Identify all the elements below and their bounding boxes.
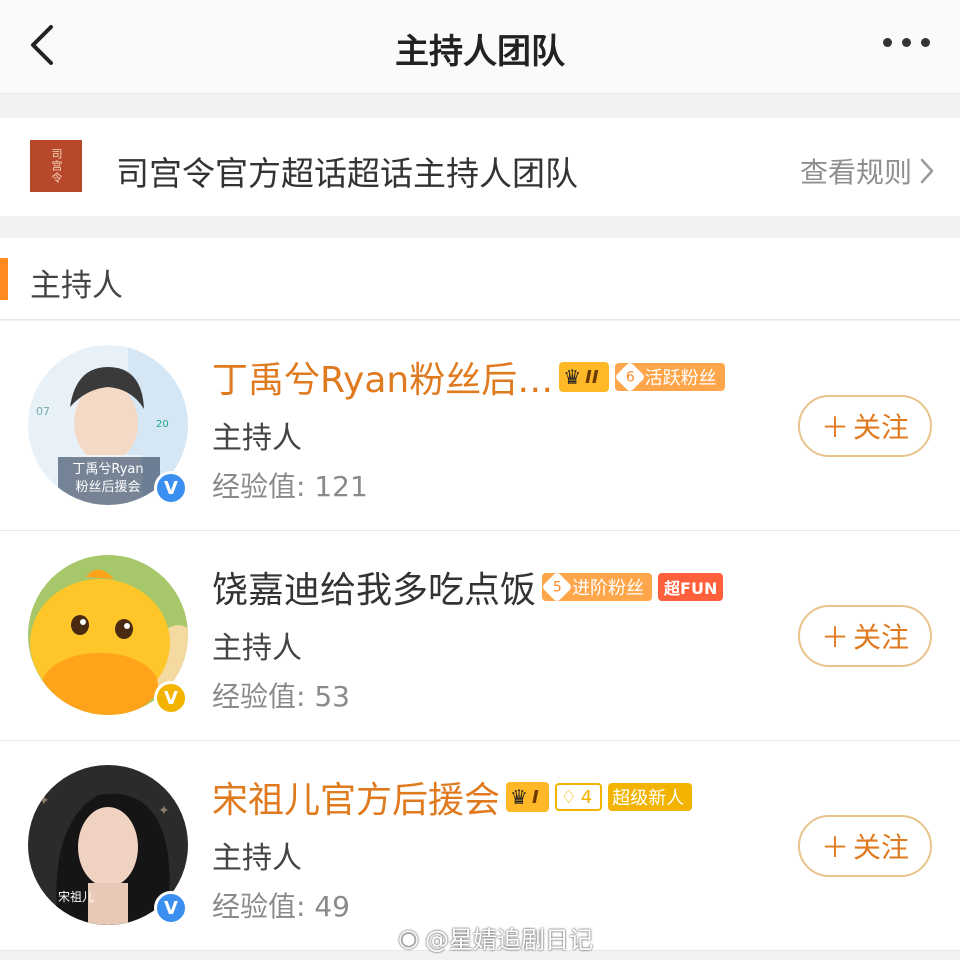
chevron-right-icon bbox=[920, 158, 934, 184]
member-name-row[interactable]: 丁禹兮Ryan粉丝后… ♛ II 6 活跃粉丝 bbox=[212, 351, 725, 403]
fan-level-number: 6 bbox=[614, 361, 646, 393]
svg-text:✦: ✦ bbox=[158, 803, 170, 819]
exp-value: 121 bbox=[314, 470, 368, 503]
follow-button[interactable]: ＋关注 bbox=[798, 815, 932, 877]
watermark-text: @星婧追剧日记 bbox=[424, 926, 593, 954]
crown-icon: ♛ bbox=[510, 785, 528, 809]
member-list: 07 20 丁禹兮Ryan 粉丝后援会 V 丁禹兮Ryan粉丝后… ♛ II 6活… bbox=[0, 321, 960, 951]
member-exp: 经验值: 49 bbox=[212, 885, 350, 925]
crown-icon: ♛ bbox=[563, 365, 582, 389]
section-accent-bar bbox=[0, 258, 8, 300]
member-name: 丁禹兮Ryan粉丝后… bbox=[212, 360, 554, 401]
topic-group-name: 司宫令官方超话超话主持人团队 bbox=[116, 154, 578, 193]
more-dots-icon bbox=[883, 38, 892, 47]
more-button[interactable] bbox=[883, 38, 930, 47]
fan-level-value: 5 bbox=[552, 578, 562, 595]
member-name: 宋祖儿官方后援会 bbox=[212, 780, 501, 821]
fan-level-label: 活跃粉丝 bbox=[644, 368, 717, 389]
more-dot bbox=[921, 38, 930, 47]
fan-level-value: 6 bbox=[625, 368, 635, 385]
fan-level-value: 4 bbox=[580, 786, 593, 808]
member-name: 饶嘉迪给我多吃点饭 bbox=[212, 570, 537, 611]
nav-bar: 主持人团队 bbox=[0, 0, 960, 94]
fan-level-badge: 5 进阶粉丝 bbox=[541, 571, 653, 603]
exp-value: 53 bbox=[314, 680, 350, 713]
follow-label: 关注 bbox=[853, 621, 910, 654]
avatar-caption: 丁禹兮Ryan bbox=[72, 462, 143, 477]
diamond-icon: ♢ bbox=[560, 786, 577, 808]
verified-badge-icon: V bbox=[154, 891, 188, 925]
svg-text:07: 07 bbox=[36, 405, 50, 418]
fan-level-label: 超级新人 bbox=[612, 788, 685, 809]
page-title: 主持人团队 bbox=[395, 32, 565, 72]
member-exp: 经验值: 53 bbox=[212, 675, 350, 715]
member-name-row[interactable]: 饶嘉迪给我多吃点饭 5 进阶粉丝 超FUN bbox=[212, 561, 724, 613]
fan-level-label: 进阶粉丝 bbox=[572, 578, 645, 599]
topic-group-card[interactable]: 司宫令 司宫令官方超话超话主持人团队 查看规则 bbox=[0, 118, 960, 216]
avatar-caption: 粉丝后援会 bbox=[75, 480, 140, 495]
more-dot bbox=[902, 38, 911, 47]
fan-level-label-badge: 超级新人 bbox=[608, 783, 693, 811]
crown-level: I bbox=[531, 786, 539, 808]
svg-text:20: 20 bbox=[156, 419, 169, 430]
topic-logo: 司宫令 bbox=[30, 140, 82, 192]
fan-level-number: 5 bbox=[541, 571, 573, 603]
member-exp: 经验值: 121 bbox=[212, 465, 368, 505]
exp-label: 经验值: bbox=[212, 470, 315, 503]
follow-button[interactable]: ＋关注 bbox=[798, 605, 932, 667]
plus-icon: ＋ bbox=[820, 831, 849, 864]
follow-label: 关注 bbox=[853, 831, 910, 864]
member-role: 主持人 bbox=[212, 421, 302, 456]
member-role: 主持人 bbox=[212, 631, 302, 666]
view-rules-label: 查看规则 bbox=[799, 156, 912, 189]
plus-icon: ＋ bbox=[820, 621, 849, 654]
member-name-row[interactable]: 宋祖儿官方后援会 ♛ I ♢ 4 超级新人 bbox=[212, 771, 693, 823]
crown-badge: ♛ I bbox=[506, 782, 549, 812]
watermark: ◉ @星婧追剧日记 bbox=[398, 920, 593, 955]
avatar-caption: 宋祖儿 bbox=[58, 889, 94, 904]
crown-badge: ♛ II bbox=[559, 362, 609, 392]
list-item[interactable]: 07 20 丁禹兮Ryan 粉丝后援会 V 丁禹兮Ryan粉丝后… ♛ II 6活… bbox=[0, 321, 960, 531]
section-header: 主持人 bbox=[0, 238, 960, 320]
fan-level-badge: 6 活跃粉丝 bbox=[614, 361, 725, 393]
list-item[interactable]: V 饶嘉迪给我多吃点饭 5 进阶粉丝 超FUN 主持人 经验值: 53 ＋关注 bbox=[0, 531, 960, 741]
weibo-logo-icon: ◉ bbox=[398, 923, 419, 952]
follow-button[interactable]: ＋关注 bbox=[798, 395, 932, 457]
super-fun-tag: 超FUN bbox=[658, 573, 724, 601]
follow-label: 关注 bbox=[853, 411, 910, 444]
crown-level: II bbox=[585, 366, 599, 388]
topic-logo-text: 司宫令 bbox=[50, 148, 63, 184]
view-rules-link[interactable]: 查看规则 bbox=[800, 151, 934, 191]
exp-label: 经验值: bbox=[212, 680, 315, 713]
plus-icon: ＋ bbox=[820, 411, 849, 444]
exp-value: 49 bbox=[314, 890, 350, 923]
member-role: 主持人 bbox=[212, 841, 302, 876]
verified-badge-icon: V bbox=[154, 471, 188, 505]
svg-text:✦: ✦ bbox=[38, 793, 50, 809]
section-label: 主持人 bbox=[30, 268, 123, 304]
exp-label: 经验值: bbox=[212, 890, 315, 923]
fan-level-badge: ♢ 4 bbox=[554, 783, 603, 811]
verified-badge-icon: V bbox=[154, 681, 188, 715]
